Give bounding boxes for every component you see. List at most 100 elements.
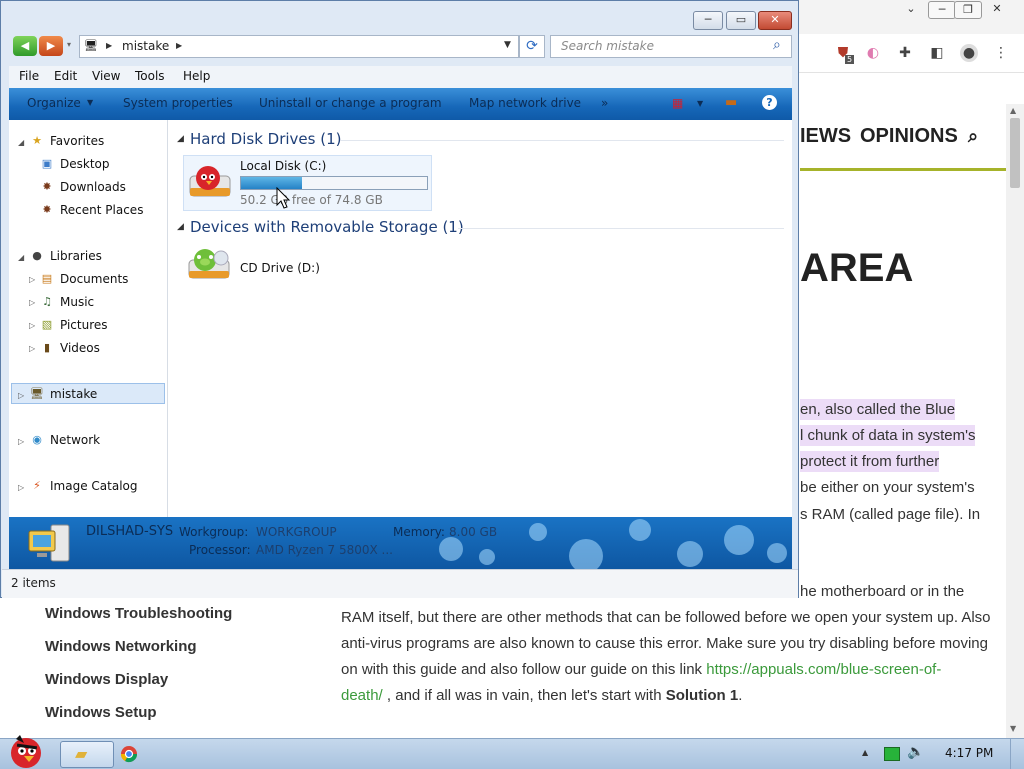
expand-arrow-icon[interactable]: ◢: [18, 138, 24, 147]
address-dropdown-icon[interactable]: ▼: [504, 40, 511, 50]
address-bar[interactable]: 🖥 ▶ mistake ▶ ▼: [79, 35, 519, 58]
back-arrow-icon[interactable]: ◀: [13, 36, 37, 56]
menu-edit[interactable]: Edit: [54, 69, 77, 83]
address-text[interactable]: mistake: [122, 39, 169, 53]
group-collapse-icon[interactable]: ◢: [177, 134, 184, 144]
collapse-arrow-icon[interactable]: ▷: [29, 344, 35, 353]
nav-opinions-link[interactable]: OPINIONS: [860, 125, 958, 148]
collapse-arrow-icon[interactable]: ▷: [29, 321, 35, 330]
forward-arrow-icon[interactable]: ▶: [39, 36, 63, 56]
profile-avatar-icon[interactable]: ●: [960, 44, 978, 62]
chrome-menu-icon[interactable]: ⋮: [992, 44, 1010, 62]
organize-dropdown-icon[interactable]: ▼: [87, 98, 93, 107]
local-disk-c[interactable]: Local Disk (C:) 50.2 GB free of 74.8 GB: [183, 155, 432, 211]
bsod-guide-link-cont[interactable]: death/: [341, 687, 383, 704]
collapse-arrow-icon[interactable]: ▷: [18, 391, 24, 400]
group-header-removable[interactable]: Devices with Removable Storage (1): [190, 218, 464, 236]
nav-computer[interactable]: mistake: [50, 387, 97, 401]
search-input[interactable]: Search mistake: [561, 39, 654, 53]
desktop-icon: ▣: [41, 157, 53, 170]
command-bar: Organize ▼ System properties Uninstall o…: [9, 88, 792, 120]
collapse-arrow-icon[interactable]: ▷: [29, 298, 35, 307]
article-line: be either on your system's: [800, 479, 975, 496]
browser-close-button[interactable]: ✕: [984, 1, 1010, 17]
extensions-puzzle-icon[interactable]: ✚: [896, 44, 914, 62]
nav-music[interactable]: Music: [60, 295, 94, 309]
start-button-angry-bird-icon[interactable]: [2, 731, 52, 769]
drive-d-name[interactable]: CD Drive (D:): [240, 261, 320, 275]
sidebar-link-troubleshooting[interactable]: Windows Troubleshooting: [45, 605, 232, 622]
libraries-icon: ●: [32, 249, 42, 262]
view-options-icon[interactable]: ▦: [672, 96, 683, 110]
decor-bubble: [724, 525, 754, 555]
menu-view[interactable]: View: [92, 69, 120, 83]
nav-reviews-link[interactable]: IEWS: [800, 125, 851, 148]
recent-pages-icon[interactable]: ▾: [67, 40, 71, 49]
drive-c-name: Local Disk (C:): [240, 159, 327, 173]
tab-search-icon[interactable]: ⌄: [898, 1, 924, 17]
scroll-down-icon[interactable]: ▼: [1010, 724, 1016, 733]
nav-network[interactable]: Network: [50, 433, 100, 447]
scroll-thumb[interactable]: [1010, 118, 1020, 188]
search-icon[interactable]: ⌕: [773, 37, 781, 53]
nav-pictures[interactable]: Pictures: [60, 318, 108, 332]
videos-icon: ▮: [43, 341, 51, 354]
nav-desktop[interactable]: Desktop: [60, 157, 110, 171]
map-network-drive-button[interactable]: Map network drive: [469, 96, 581, 110]
nav-recent-places[interactable]: Recent Places: [60, 203, 143, 217]
maximize-button[interactable]: ▭: [726, 11, 756, 30]
breadcrumb-arrow-icon[interactable]: ▶: [106, 41, 112, 50]
minimize-button[interactable]: ─: [693, 11, 723, 30]
organize-button[interactable]: Organize: [27, 96, 81, 110]
group-divider: [458, 228, 784, 229]
show-hidden-icons-icon[interactable]: ▲: [862, 748, 868, 757]
pride-extension-icon[interactable]: ◐: [864, 44, 882, 62]
scroll-up-icon[interactable]: ▲: [1010, 106, 1016, 115]
downloads-icon: ✸: [42, 180, 52, 193]
collapse-arrow-icon[interactable]: ▷: [18, 437, 24, 446]
taskbar-chrome-button[interactable]: [116, 741, 144, 768]
refresh-icon[interactable]: ⟳: [519, 35, 545, 58]
group-header-hdd[interactable]: Hard Disk Drives (1): [190, 130, 341, 148]
nav-downloads[interactable]: Downloads: [60, 180, 126, 194]
nav-libraries[interactable]: Libraries: [50, 249, 102, 263]
status-bar: 2 items: [2, 569, 798, 598]
bsod-guide-link[interactable]: https://appuals.com/blue-screen-of-: [706, 661, 941, 678]
sidebar-link-setup[interactable]: Windows Setup: [45, 704, 157, 721]
site-search-icon[interactable]: ⌕: [968, 126, 978, 147]
browser-restore-button[interactable]: ❐: [954, 1, 982, 19]
expand-arrow-icon[interactable]: ◢: [18, 253, 24, 262]
menu-help[interactable]: Help: [183, 69, 210, 83]
menu-tools[interactable]: Tools: [135, 69, 165, 83]
taskbar-explorer-button[interactable]: ▰: [60, 741, 114, 768]
nav-favorites[interactable]: Favorites: [50, 134, 104, 148]
side-panel-icon[interactable]: ◧: [928, 44, 946, 62]
close-button[interactable]: ✕: [758, 11, 792, 30]
preview-pane-icon[interactable]: ▬: [725, 95, 737, 110]
nav-videos[interactable]: Videos: [60, 341, 100, 355]
breadcrumb-arrow-icon[interactable]: ▶: [176, 41, 182, 50]
menu-file[interactable]: File: [19, 69, 39, 83]
sidebar-link-networking[interactable]: Windows Networking: [45, 638, 197, 655]
nav-documents[interactable]: Documents: [60, 272, 128, 286]
collapse-arrow-icon[interactable]: ▷: [18, 483, 24, 492]
show-desktop-button[interactable]: [1010, 739, 1024, 769]
page-scrollbar[interactable]: ▲ ▼: [1006, 104, 1024, 738]
more-commands-button[interactable]: »: [601, 96, 608, 110]
network-tray-icon[interactable]: [884, 747, 900, 761]
nav-image-catalog[interactable]: Image Catalog: [50, 479, 137, 493]
group-divider: [340, 140, 784, 141]
taskbar: ▰ ▲ 🔈 4:17 PM: [0, 735, 1024, 769]
help-icon[interactable]: ?: [762, 95, 777, 110]
group-collapse-icon[interactable]: ◢: [177, 222, 184, 232]
browser-minimize-button[interactable]: ─: [928, 1, 956, 19]
system-properties-button[interactable]: System properties: [123, 96, 233, 110]
uninstall-program-button[interactable]: Uninstall or change a program: [259, 96, 442, 110]
search-box[interactable]: Search mistake ⌕: [550, 35, 792, 58]
sidebar-link-display[interactable]: Windows Display: [45, 671, 168, 688]
collapse-arrow-icon[interactable]: ▷: [29, 275, 35, 284]
computer-name: DILSHAD-SYS: [86, 524, 174, 539]
volume-icon[interactable]: 🔈: [907, 744, 924, 760]
clock[interactable]: 4:17 PM: [945, 746, 993, 760]
view-dropdown-icon[interactable]: ▼: [697, 99, 703, 108]
